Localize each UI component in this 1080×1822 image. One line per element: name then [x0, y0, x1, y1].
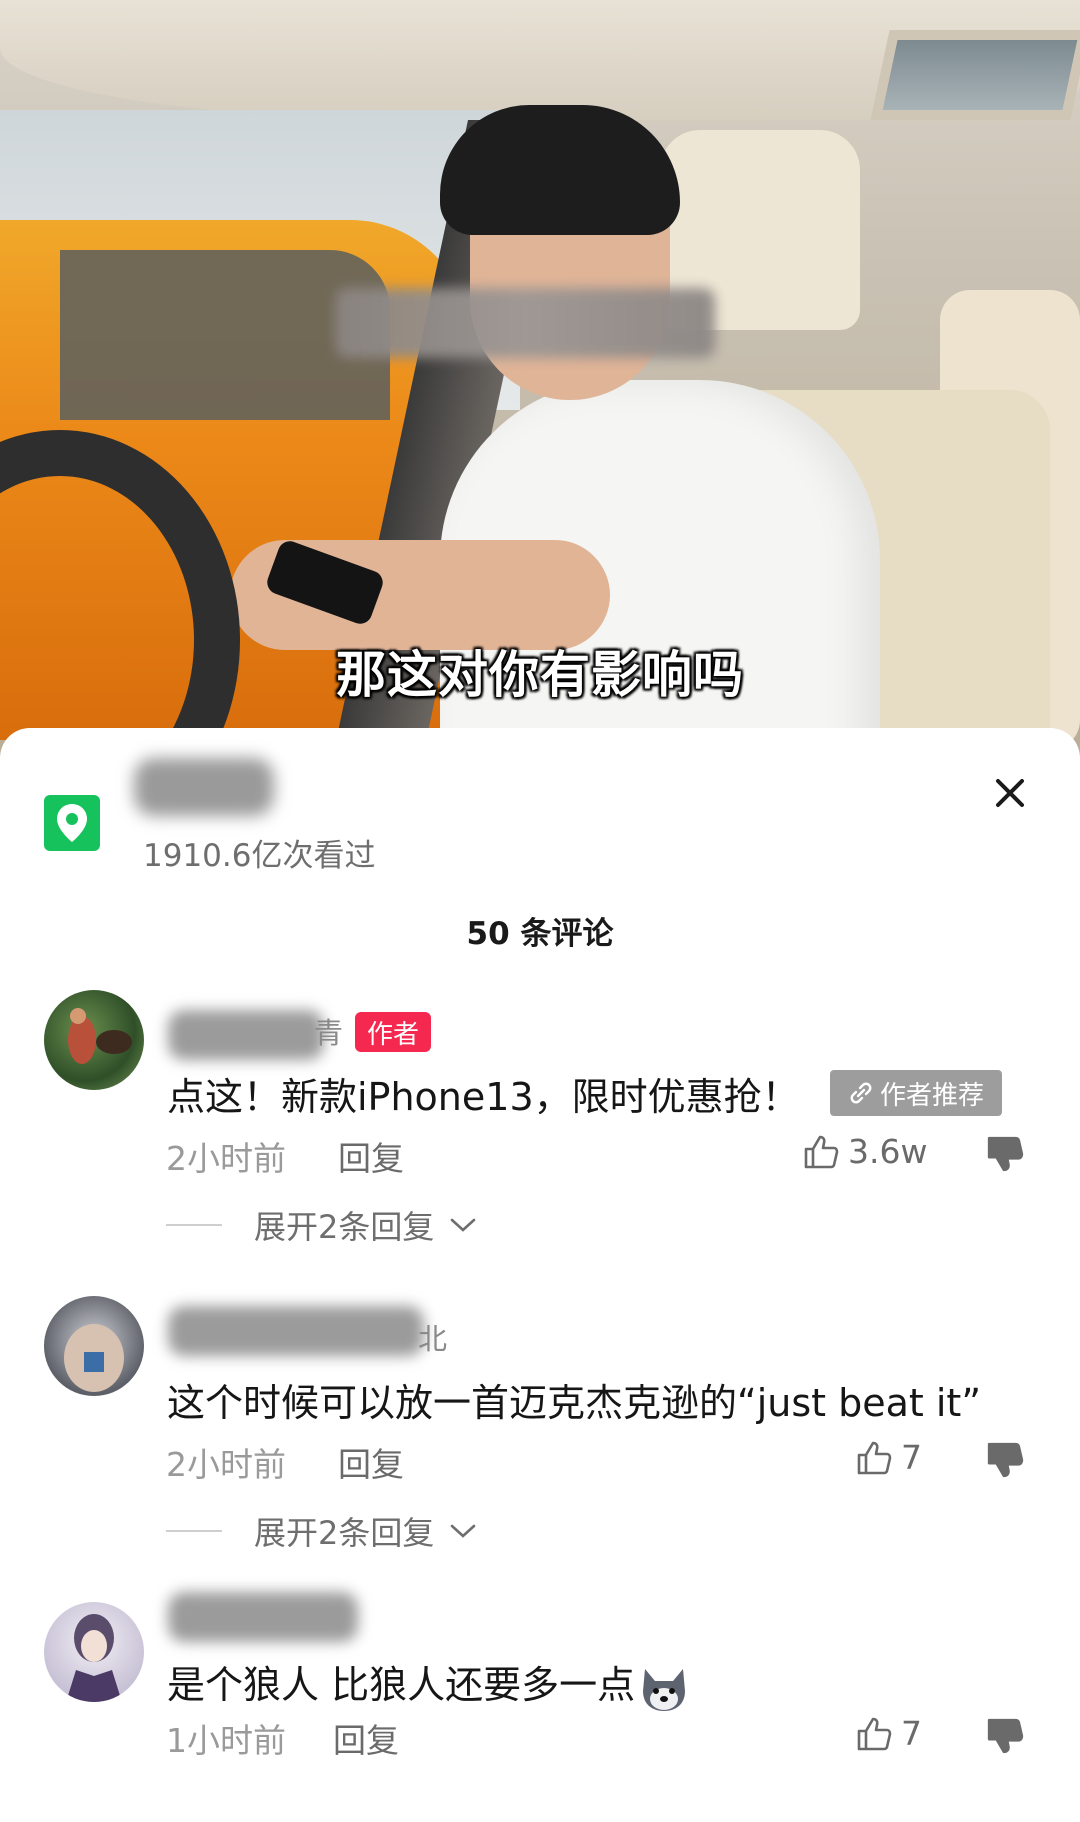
username-blurred[interactable]: [168, 1592, 358, 1642]
comment-text: 是个狼人 比狼人还要多一点: [167, 1654, 691, 1715]
author-badge: 作者: [355, 1012, 431, 1052]
comment-time: 2小时前: [166, 1139, 286, 1178]
chevron-down-icon: [451, 1524, 476, 1538]
location-views: 1910.6亿次看过: [143, 838, 376, 874]
avatar[interactable]: [44, 1296, 144, 1396]
expand-replies[interactable]: 展开2条回复: [166, 1202, 478, 1248]
like-button[interactable]: 3.6w: [802, 1132, 927, 1171]
comment-time: 1小时前: [166, 1721, 286, 1760]
author-recommend-link[interactable]: 作者推荐: [830, 1070, 1002, 1116]
reply-button[interactable]: 回复: [333, 1714, 399, 1762]
expand-replies[interactable]: 展开2条回复: [166, 1508, 478, 1554]
username-tail: 青: [314, 1016, 344, 1050]
comment-text: 点这！新款iPhone13，限时优惠抢！: [167, 1075, 800, 1119]
close-button[interactable]: [985, 768, 1035, 818]
husky-emoji-icon: [643, 1668, 686, 1711]
username-tail: 北: [418, 1322, 448, 1356]
thumbs-down-icon[interactable]: [985, 1134, 1025, 1174]
reply-button[interactable]: 回复: [338, 1132, 404, 1180]
person-hair: [440, 105, 680, 235]
expand-label: 展开2条回复: [254, 1514, 435, 1552]
video-subtitle: 那这对你有影响吗: [336, 646, 744, 704]
username-blurred[interactable]: [168, 1010, 324, 1060]
expand-divider: [166, 1530, 222, 1532]
comment-sheet: 1910.6亿次看过 50 条评论 青 作者 点这！新款iPhone13，限时优…: [0, 728, 1080, 1822]
avatar[interactable]: [44, 990, 144, 1090]
location-pin-icon[interactable]: [44, 795, 100, 851]
like-button[interactable]: 7: [855, 1438, 922, 1477]
comment-text: 这个时候可以放一首迈克杰克逊的“just beat it”: [167, 1381, 982, 1425]
expand-label: 展开2条回复: [254, 1208, 435, 1246]
thumbs-down-icon[interactable]: [985, 1716, 1025, 1756]
comment-time: 2小时前: [166, 1445, 286, 1484]
expand-divider: [166, 1224, 222, 1226]
thumbs-up-icon: [857, 1441, 892, 1474]
comment-text-content: 是个狼人 比狼人还要多一点: [167, 1663, 636, 1707]
link-icon: [850, 1082, 872, 1104]
sunroof: [870, 30, 1080, 120]
reply-button[interactable]: 回复: [338, 1438, 404, 1486]
like-count: 7: [901, 1438, 922, 1477]
comment-count: 50 条评论: [466, 916, 614, 952]
thumbs-down-icon[interactable]: [985, 1440, 1025, 1480]
location-name-blurred[interactable]: [134, 758, 274, 816]
like-button[interactable]: 7: [855, 1714, 922, 1753]
like-count: 7: [901, 1714, 922, 1753]
thumbs-up-icon: [857, 1717, 892, 1750]
video-frame[interactable]: 那这对你有影响吗: [0, 0, 1080, 760]
chevron-down-icon: [451, 1218, 476, 1232]
recommend-label: 作者推荐: [879, 1080, 984, 1111]
avatar[interactable]: [44, 1602, 144, 1702]
username-blurred[interactable]: [168, 1306, 424, 1356]
like-count: 3.6w: [848, 1132, 928, 1171]
face-blur: [335, 288, 715, 358]
thumbs-up-icon: [804, 1135, 839, 1168]
close-icon: [996, 779, 1024, 807]
